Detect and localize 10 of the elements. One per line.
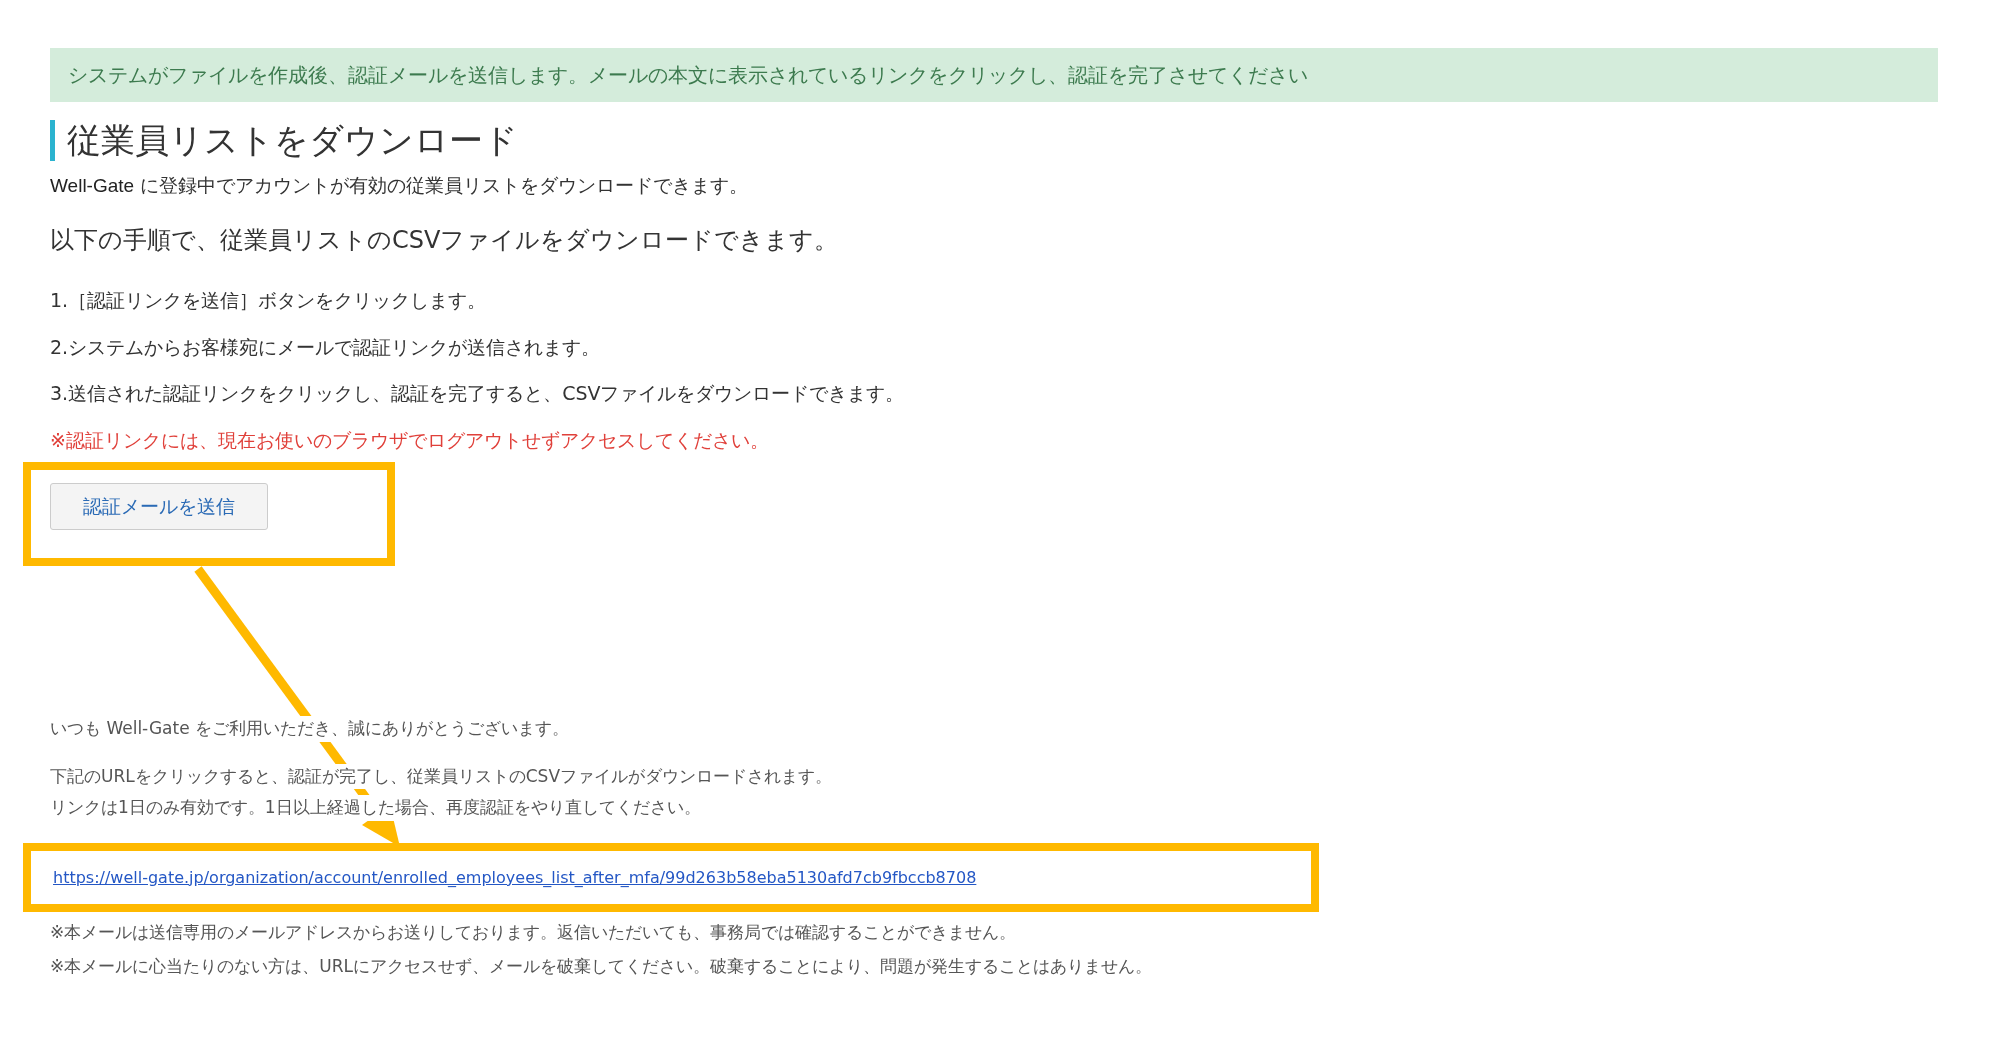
send-email-button[interactable]: 認証メールを送信: [50, 483, 268, 530]
intro-text: Well-Gate に登録中でアカウントが有効の従業員リストをダウンロードできます。: [50, 172, 750, 198]
lead-text: 以下の手順で、従業員リストのCSVファイルをダウンロードできます。: [50, 225, 840, 257]
info-banner: システムがファイルを作成後、認証メールを送信します。メールの本文に表示されているリンクをクリックし、認証を完了させてください: [50, 48, 1938, 102]
warning-text: ※認証リンクには、現在お使いのブラウザでログアウトせずアクセスしてください。: [50, 427, 770, 453]
step-text: 1.［認証リンクを送信］ボタンをクリックします。: [50, 288, 488, 314]
verification-link[interactable]: https://well-gate.jp/organization/account/enrolled_employees_list_after_mfa/99d263b58eba5130afd7cb9fbccb8708: [53, 867, 977, 887]
page-title: 従業員リストをダウンロード: [50, 120, 1938, 161]
step-text: 2.システムからお客様宛にメールで認証リンクが送信されます。: [50, 334, 602, 360]
step-text: 3.送信された認証リンクをクリックし、認証を完了すると、CSVファイルをダウンロードできます。: [50, 381, 906, 407]
